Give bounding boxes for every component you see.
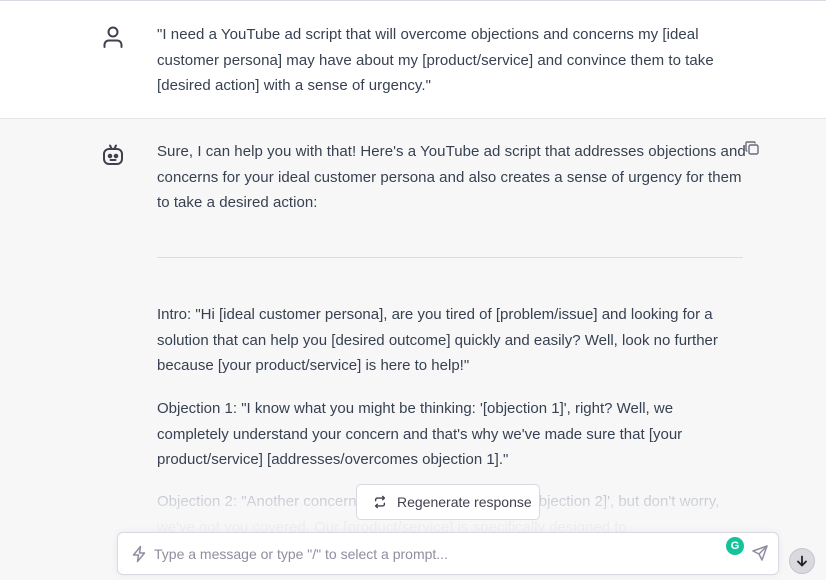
message-composer: G — [117, 532, 779, 575]
send-icon[interactable] — [751, 544, 769, 562]
assistant-intro-text: Sure, I can help you with that! Here's a… — [157, 143, 746, 211]
copy-icon[interactable] — [744, 140, 760, 156]
content-divider — [157, 257, 743, 258]
message-input[interactable] — [154, 542, 714, 566]
scroll-to-bottom-button[interactable] — [789, 548, 815, 574]
grammarly-icon[interactable]: G — [726, 537, 744, 555]
lightning-icon[interactable] — [131, 545, 147, 563]
user-message-row: "I need a YouTube ad script that will ov… — [0, 0, 826, 119]
regenerate-response-button[interactable]: Regenerate response — [356, 484, 540, 520]
refresh-icon — [374, 495, 386, 509]
regenerate-label: Regenerate response — [397, 494, 532, 510]
user-avatar-icon — [103, 26, 123, 48]
script-paragraph-intro: Intro: "Hi [ideal customer persona], are… — [157, 306, 718, 374]
script-paragraph-objection-1: Objection 1: "I know what you might be t… — [157, 400, 683, 468]
user-message-text: "I need a YouTube ad script that will ov… — [157, 26, 714, 94]
robot-avatar-icon — [103, 144, 123, 165]
arrow-down-icon — [797, 555, 807, 567]
